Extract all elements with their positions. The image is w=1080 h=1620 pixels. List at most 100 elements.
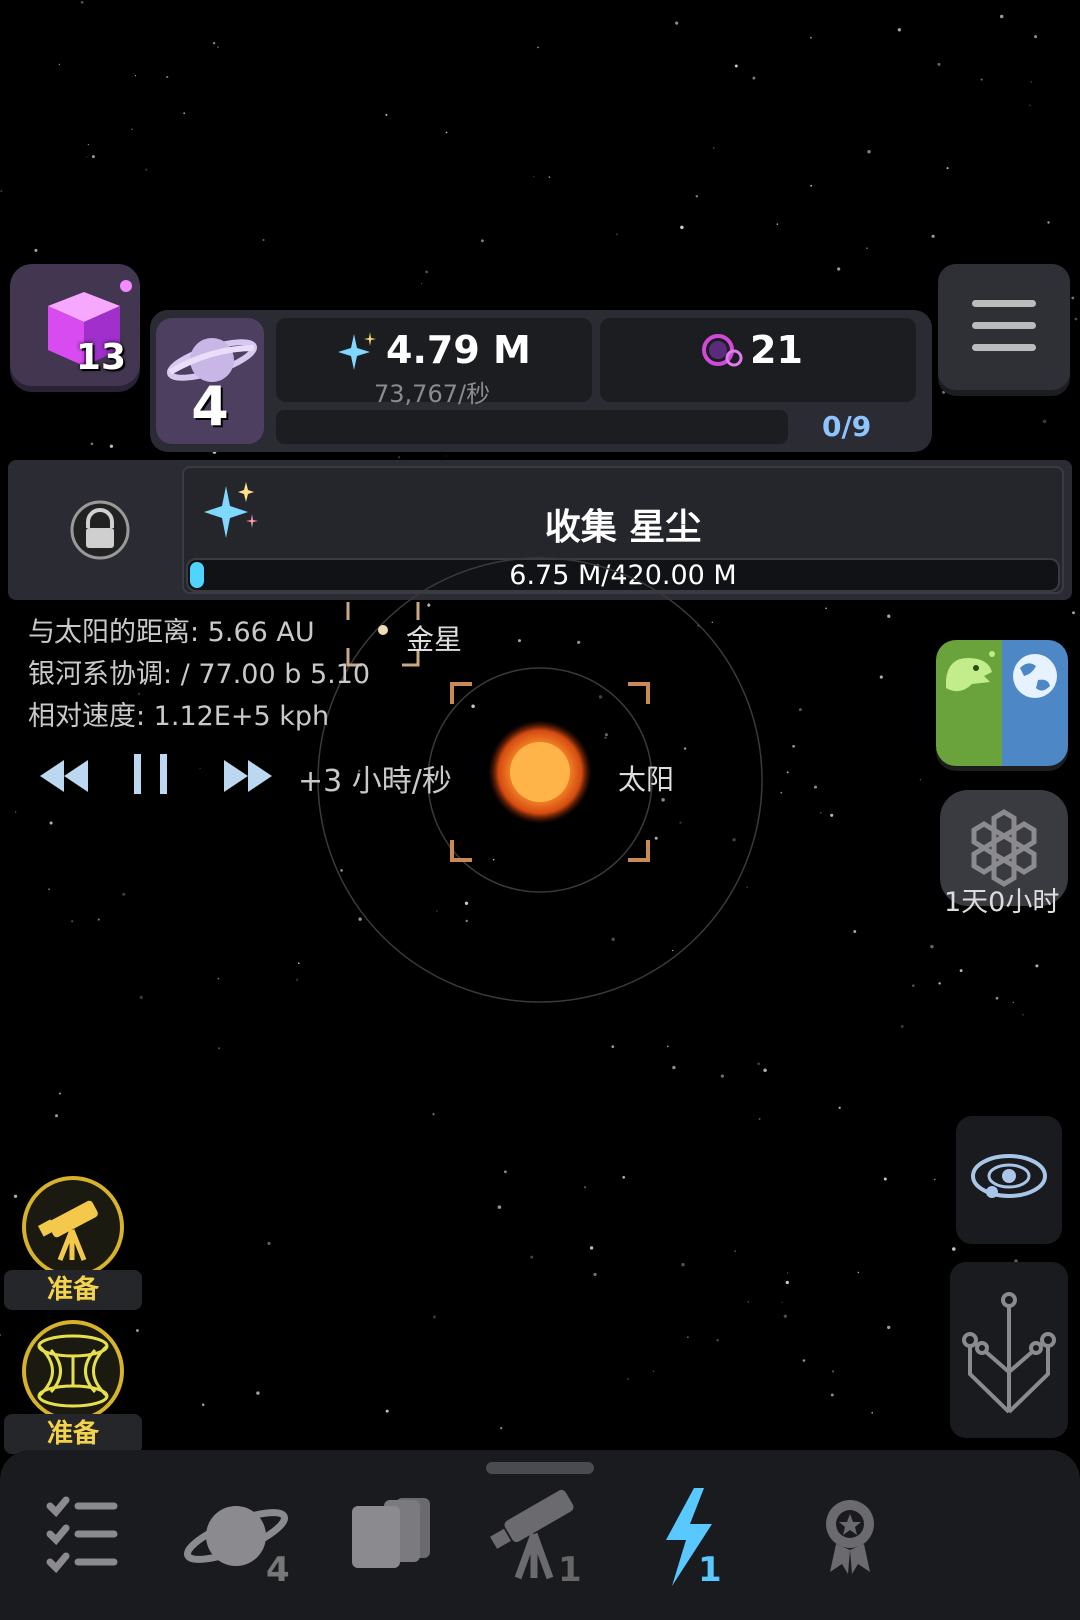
- star: [465, 919, 468, 923]
- star: [942, 390, 946, 394]
- star: [810, 184, 813, 187]
- tab-achievements[interactable]: [786, 1478, 916, 1598]
- time-controls: +3 小時/秒: [36, 748, 476, 800]
- star: [930, 944, 934, 949]
- star: [436, 910, 438, 912]
- star: [912, 984, 915, 987]
- star: [758, 1117, 761, 1120]
- star: [497, 1205, 502, 1209]
- star: [802, 1359, 806, 1362]
- menu-button[interactable]: [938, 264, 1070, 390]
- star: [675, 21, 679, 25]
- star: [952, 1247, 956, 1251]
- star: [86, 156, 88, 158]
- star: [734, 1250, 737, 1252]
- planet-level-button[interactable]: 4: [156, 318, 264, 444]
- star: [58, 63, 61, 66]
- star: [712, 147, 715, 149]
- star: [681, 1263, 685, 1267]
- starfield-background: [0, 0, 1078, 1430]
- star: [533, 176, 535, 178]
- tab-telescope[interactable]: 1: [474, 1478, 604, 1598]
- star: [492, 858, 495, 861]
- star: [786, 1272, 789, 1274]
- star: [1074, 317, 1078, 321]
- star: [780, 791, 783, 794]
- star: [1035, 964, 1039, 968]
- star: [959, 969, 963, 973]
- star: [897, 28, 902, 32]
- level-progress-bar: [276, 410, 788, 444]
- star: [548, 176, 551, 178]
- star: [838, 1106, 841, 1109]
- tab-cards[interactable]: [326, 1478, 456, 1598]
- venus-label[interactable]: 金星: [406, 618, 462, 658]
- tab-tasks[interactable]: [20, 1478, 150, 1598]
- star: [866, 247, 868, 249]
- planets-badge: 4: [266, 1550, 290, 1590]
- star: [471, 704, 475, 708]
- pause-button[interactable]: [132, 748, 172, 800]
- award-ribbon-icon: [826, 1500, 874, 1574]
- star: [627, 1378, 630, 1380]
- telescope-booster[interactable]: 准备: [4, 1176, 142, 1310]
- collect-panel: 收集 星尘 6.75 M/420.00 M: [8, 460, 1072, 600]
- star: [80, 0, 84, 4]
- wormhole-icon: [37, 1334, 109, 1408]
- star: [481, 239, 484, 243]
- star: [218, 1047, 220, 1050]
- star: [500, 1427, 503, 1430]
- star: [814, 785, 817, 789]
- star: [1072, 611, 1075, 615]
- galactic-coords-text: 银河系协调: / 77.00 b 5.10: [28, 659, 371, 690]
- lock-icon[interactable]: [58, 488, 142, 572]
- tech-tree-button[interactable]: [950, 1262, 1068, 1438]
- star: [786, 771, 789, 774]
- star: [49, 821, 53, 825]
- star: [604, 733, 608, 737]
- rewind-button[interactable]: [36, 748, 92, 800]
- stardust-value: 4.79 M: [386, 328, 531, 372]
- star: [680, 225, 684, 230]
- tab-planets[interactable]: 4: [176, 1478, 306, 1598]
- star: [867, 150, 871, 154]
- star: [464, 901, 469, 905]
- star: [661, 798, 665, 802]
- star: [183, 112, 186, 115]
- collect-stardust-button[interactable]: 收集 星尘 6.75 M/420.00 M: [182, 466, 1064, 594]
- fast-forward-button[interactable]: [222, 748, 278, 800]
- star: [445, 131, 448, 134]
- star: [746, 886, 748, 888]
- star: [90, 442, 94, 446]
- star: [809, 36, 812, 39]
- star: [825, 607, 827, 610]
- star: [654, 836, 658, 840]
- wormhole-booster[interactable]: 准备: [4, 1320, 142, 1454]
- star: [792, 744, 795, 748]
- star: [887, 1325, 891, 1330]
- telescope-icon: [490, 1489, 574, 1580]
- star: [398, 456, 401, 459]
- star: [716, 1339, 719, 1342]
- star: [166, 75, 169, 79]
- collect-title: 收集 星尘: [544, 507, 702, 548]
- solar-system-view-button[interactable]: [956, 1116, 1062, 1244]
- life-earth-button[interactable]: 6 6: [936, 640, 1068, 766]
- star: [15, 811, 17, 813]
- star: [201, 1403, 205, 1406]
- distance-text: 与太阳的距离: 5.66 AU: [28, 617, 315, 648]
- star: [837, 267, 841, 271]
- star: [296, 978, 299, 981]
- star: [217, 977, 220, 980]
- sun-label[interactable]: 太阳: [618, 758, 674, 798]
- tab-boost[interactable]: 1: [628, 1478, 758, 1598]
- nav-handle[interactable]: [486, 1462, 594, 1474]
- star: [853, 930, 857, 933]
- cube-shop-button[interactable]: 13: [10, 264, 140, 386]
- star: [732, 837, 736, 842]
- star: [946, 167, 949, 170]
- star: [604, 736, 607, 739]
- star: [879, 675, 883, 679]
- star: [687, 1336, 689, 1338]
- star: [999, 14, 1004, 19]
